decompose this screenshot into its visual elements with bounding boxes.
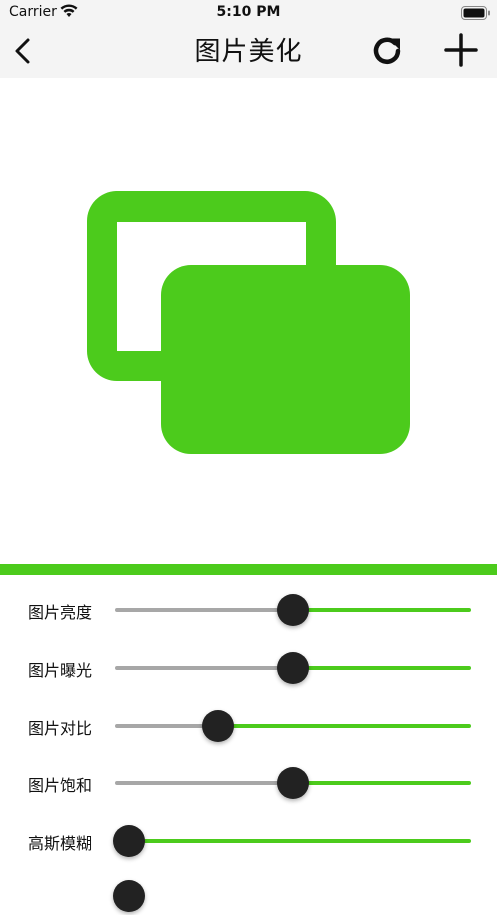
saturation-label: 图片饱和 bbox=[28, 776, 93, 795]
saturation-row: 图片饱和 bbox=[0, 762, 497, 802]
plus-icon bbox=[444, 33, 478, 67]
navigation-bar: 图片美化 bbox=[0, 26, 497, 78]
slider-track-min bbox=[115, 608, 293, 612]
slider-track-max bbox=[293, 666, 471, 670]
add-button[interactable] bbox=[444, 33, 478, 71]
slider-track-max bbox=[293, 608, 471, 612]
slider-thumb[interactable] bbox=[201, 710, 234, 742]
refresh-button[interactable] bbox=[370, 34, 404, 72]
brightness-label: 图片亮度 bbox=[28, 603, 93, 622]
copy-icon bbox=[86, 191, 411, 461]
exposure-row: 图片曝光 bbox=[0, 647, 497, 687]
divider-bar bbox=[0, 564, 497, 575]
exposure-label: 图片曝光 bbox=[28, 661, 93, 680]
status-time: 5:10 PM bbox=[216, 4, 281, 20]
battery-icon bbox=[461, 5, 491, 24]
slider-thumb[interactable] bbox=[113, 880, 145, 912]
contrast-row: 图片对比 bbox=[0, 705, 497, 745]
gaussian-blur-label: 高斯模糊 bbox=[28, 834, 93, 853]
slider-thumb[interactable] bbox=[277, 594, 309, 626]
slider-track-max bbox=[129, 839, 471, 843]
gaussian-blur-row: 高斯模糊 bbox=[0, 820, 497, 860]
status-bar: Carrier 5:10 PM bbox=[0, 0, 497, 26]
adjustment-panel: 图片亮度 图片曝光 图片对比 图片饱和 高斯模糊 bbox=[0, 575, 497, 912]
image-preview bbox=[0, 78, 497, 564]
brightness-row: 图片亮度 bbox=[0, 589, 497, 629]
slider-track-max bbox=[217, 724, 471, 728]
slider-thumb[interactable] bbox=[277, 767, 309, 799]
slider-track-min bbox=[115, 666, 293, 670]
refresh-icon bbox=[373, 37, 401, 64]
page-title: 图片美化 bbox=[194, 37, 303, 67]
contrast-label: 图片对比 bbox=[28, 719, 93, 738]
partial-next-row bbox=[0, 875, 497, 915]
slider-track-min bbox=[115, 781, 293, 785]
slider-thumb[interactable] bbox=[113, 825, 145, 857]
slider-thumb[interactable] bbox=[277, 652, 309, 684]
slider-track-max bbox=[293, 781, 471, 785]
